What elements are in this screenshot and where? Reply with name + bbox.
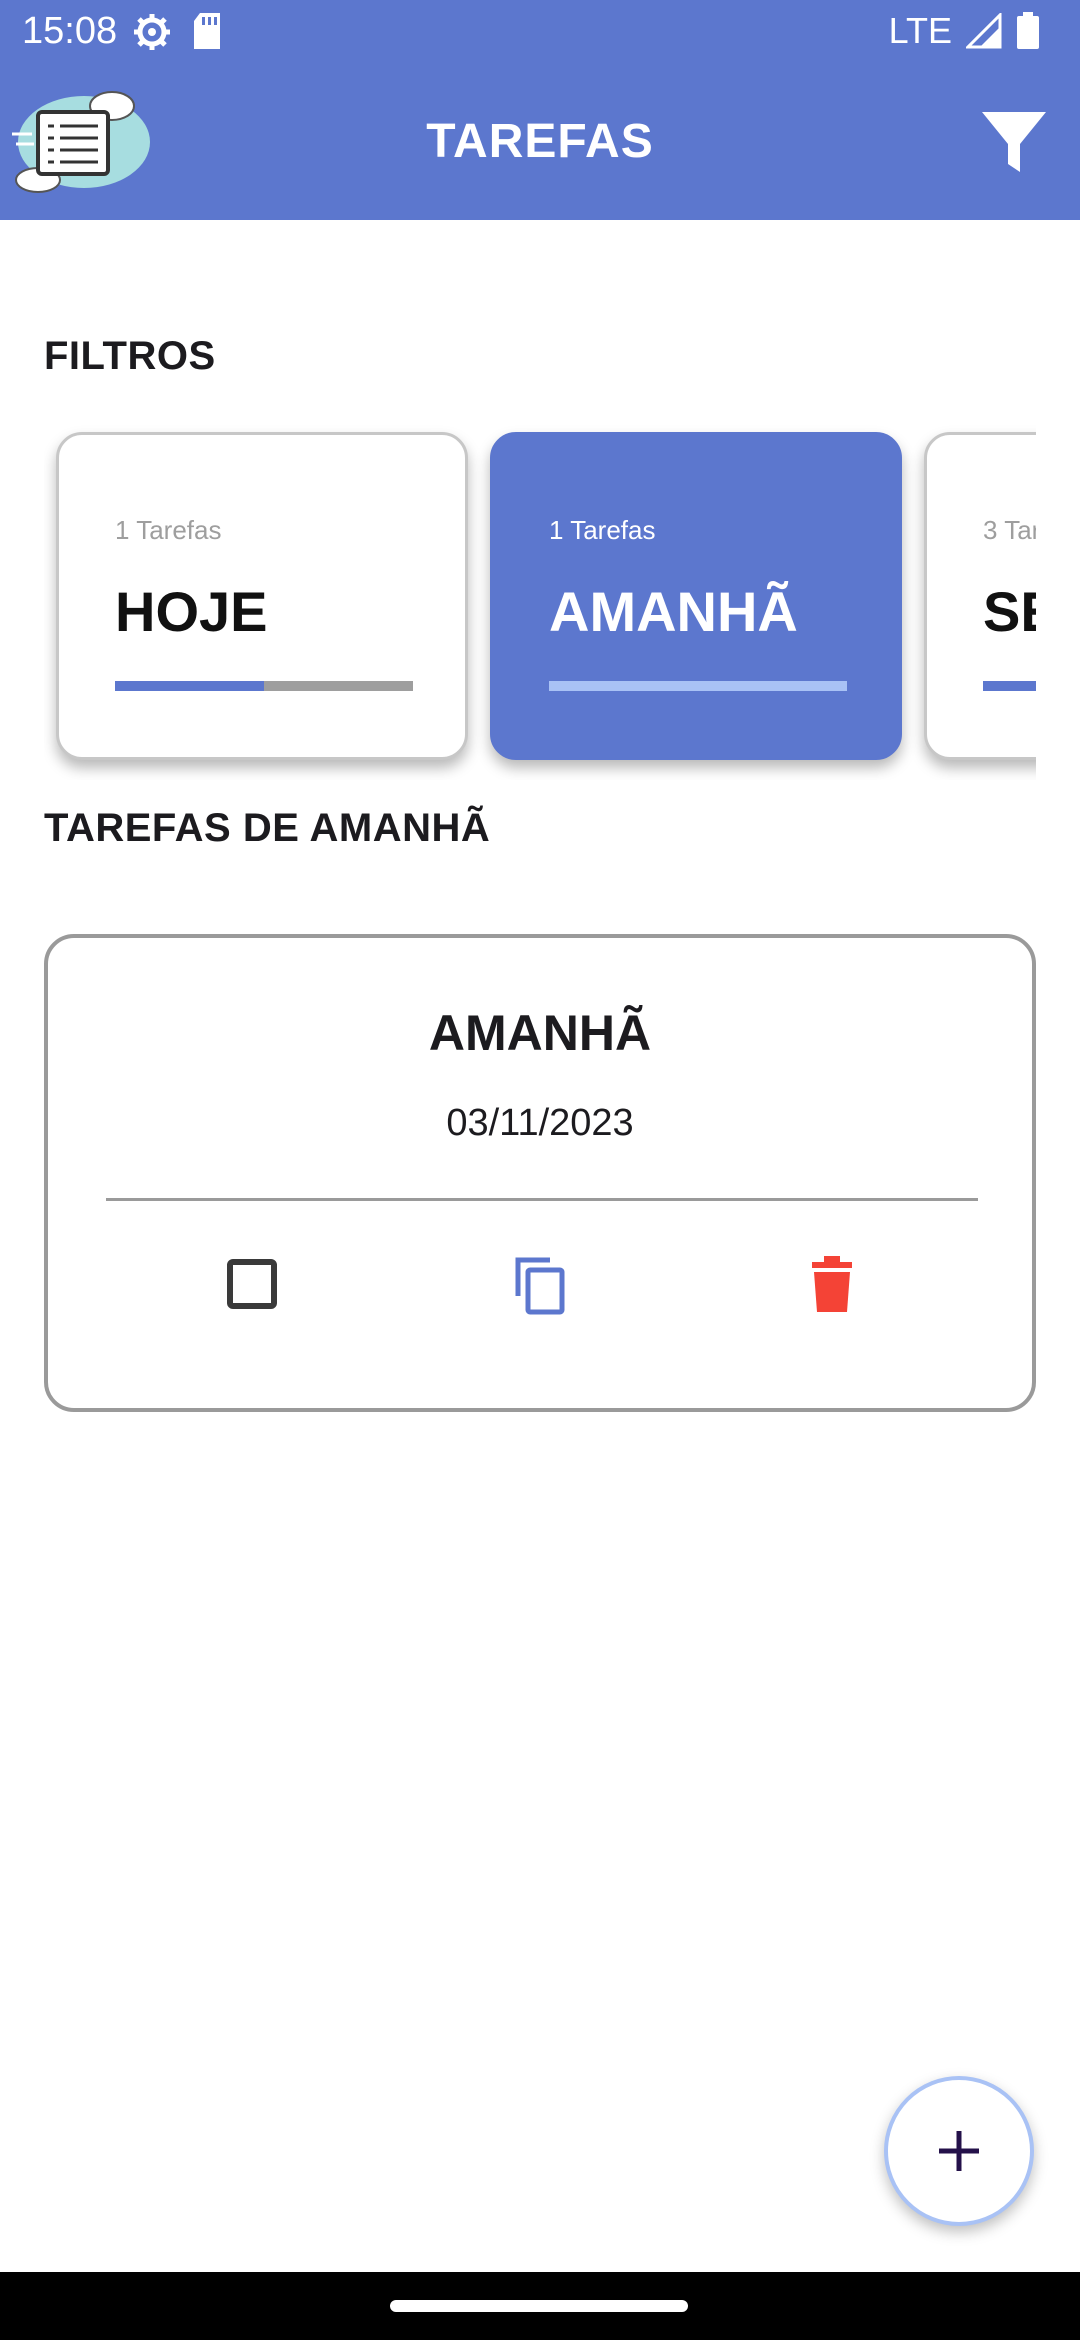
filter-card-progress-fill [983,681,1036,691]
filter-card-tomorrow[interactable]: 1 Tarefas AMANHÃ [490,432,902,760]
filter-card-progress [549,681,847,691]
filter-card-progress-fill [549,681,847,691]
system-nav-bar [0,2272,1080,2340]
plus-icon [939,2131,979,2171]
gear-icon [134,14,170,50]
battery-icon [1017,12,1039,49]
copy-icon[interactable] [508,1252,572,1316]
task-title: AMANHÃ [428,1005,652,1061]
task-date: 03/11/2023 [446,1102,634,1144]
filter-card-progress [983,681,1036,691]
task-card[interactable]: AMANHÃ 03/11/2023 [44,934,1036,1412]
filter-card-label: AMANHÃ [549,580,798,643]
filter-card-progress [115,681,413,691]
add-task-button[interactable] [884,2076,1034,2226]
filter-card-progress-fill [115,681,264,691]
filters-carousel[interactable]: 1 Tarefas HOJE 1 Tarefas AMANHÃ 3 Tarefa… [44,420,1036,780]
delete-icon[interactable] [800,1252,864,1316]
network-label: LTE [888,10,952,51]
home-handle[interactable] [390,2300,688,2312]
filter-card-today[interactable]: 1 Tarefas HOJE [56,432,468,760]
signal-icon [966,13,1002,49]
filter-card-week[interactable]: 3 Tarefas SEMANA [924,432,1036,760]
filter-card-count: 3 Tarefas [983,515,1036,545]
page-title: TAREFAS [426,115,654,168]
filter-icon[interactable] [978,106,1050,178]
divider [106,1198,978,1201]
checkbox-icon[interactable] [220,1252,284,1316]
status-bar: 15:08 LTE [0,0,1080,64]
filter-card-count: 1 Tarefas [549,515,656,545]
filter-card-count: 1 Tarefas [115,515,222,545]
filter-card-label: HOJE [115,580,268,643]
app-bar: TAREFAS [0,64,1080,220]
sd-card-icon [194,13,220,49]
filters-section-title: FILTROS [44,334,216,378]
tasks-section-title: TAREFAS DE AMANHÃ [44,806,491,850]
status-time: 15:08 [22,10,118,52]
filter-card-label: SEMANA [983,580,1036,643]
